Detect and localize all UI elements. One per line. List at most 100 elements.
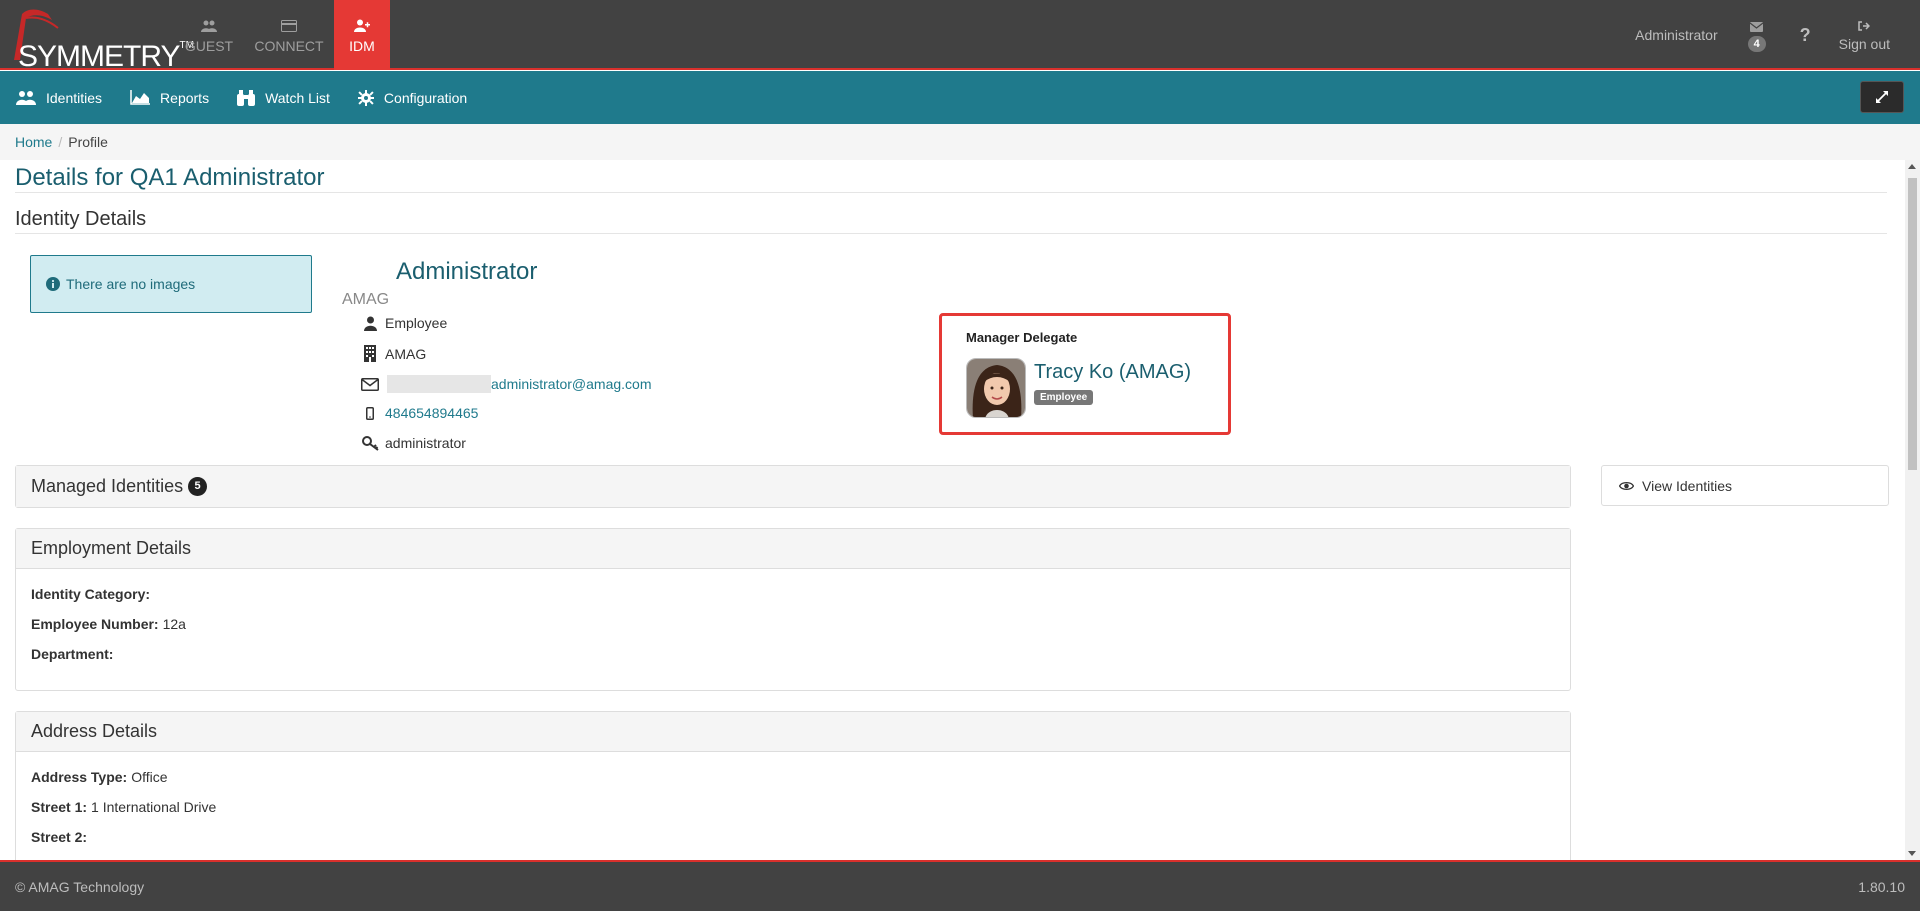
divider (15, 233, 1887, 234)
vertical-scrollbar[interactable] (1905, 160, 1920, 860)
subnav-configuration-label: Configuration (383, 89, 468, 106)
messages-button[interactable]: 4 (1742, 10, 1772, 60)
address-type-row: Address Type: Office (31, 762, 1555, 792)
subnav-reports-label: Reports (160, 89, 210, 106)
identity-type: Employee (385, 315, 448, 331)
subnav-reports[interactable]: Reports (130, 90, 209, 106)
page-title: Details for QA1 Administrator (15, 164, 325, 191)
info-icon (46, 277, 60, 291)
topnav-connect[interactable]: CONNECT (252, 0, 326, 70)
section-title: Identity Details (15, 208, 147, 230)
subnav-identities-label: Identities (46, 89, 103, 106)
user-plus-icon (354, 17, 370, 35)
sign-out-icon (1858, 18, 1871, 34)
subnav-configuration[interactable]: Configuration (357, 89, 468, 106)
field-label: Street 1: (31, 799, 88, 815)
identity-phone-row: 484654894465 (360, 405, 478, 421)
fullscreen-button[interactable] (1860, 81, 1904, 113)
employee-number-row: Employee Number: 12a (31, 609, 1555, 639)
divider (15, 192, 1887, 193)
identity-email-row: administrator@amag.com (360, 375, 652, 393)
redacted-block (387, 375, 491, 393)
field-value: Office (131, 769, 168, 785)
identity-company: AMAG (342, 291, 390, 308)
topnav-idm-label: IDM (349, 37, 375, 54)
avatar[interactable] (966, 358, 1026, 418)
main-content: Details for QA1 Administrator Identity D… (0, 160, 1905, 860)
card-icon (281, 17, 297, 35)
breadcrumb-home[interactable]: Home (15, 134, 52, 150)
scroll-thumb[interactable] (1908, 178, 1917, 470)
help-icon[interactable]: ? (1800, 25, 1811, 46)
area-chart-icon (130, 90, 151, 105)
subnav-identities[interactable]: Identities (16, 90, 102, 106)
field-label: Employee Number: (31, 616, 159, 632)
sign-out-button[interactable]: Sign out (1839, 18, 1890, 52)
no-images-text: There are no images (66, 276, 196, 292)
users-icon (16, 90, 36, 105)
scroll-down-arrow[interactable] (1908, 851, 1916, 856)
view-identities-label: View Identities (1642, 477, 1733, 494)
users-icon (201, 17, 217, 35)
expand-icon (1876, 91, 1888, 103)
identity-name: Administrator (396, 258, 538, 285)
secondary-nav: Identities Reports Watch List Configurat… (0, 71, 1920, 124)
identity-email-link[interactable]: administrator@amag.com (491, 376, 652, 392)
field-label: Street 2: (31, 829, 88, 845)
breadcrumb-current: Profile (68, 134, 108, 150)
managed-identities-title: Managed Identities (31, 476, 184, 496)
managed-identities-count: 5 (188, 477, 208, 496)
employment-details-panel: Employment Details Identity Category: Em… (15, 528, 1571, 691)
user-icon (360, 316, 380, 331)
field-value: 1 International Drive (91, 799, 217, 815)
field-label: Address Type: (31, 769, 128, 785)
manager-delegate-name[interactable]: Tracy Ko (AMAG) (1034, 361, 1191, 384)
address-details-header: Address Details (16, 712, 1570, 752)
gear-icon (357, 89, 374, 106)
mobile-icon (360, 406, 380, 420)
messages-count-badge: 4 (1747, 36, 1766, 52)
topnav-guest[interactable]: GUEST (172, 0, 246, 70)
sign-out-label: Sign out (1838, 36, 1890, 52)
street1-row: Street 1: 1 International Drive (31, 792, 1555, 822)
binoculars-icon (237, 89, 256, 106)
managed-identities-header[interactable]: Managed Identities 5 (16, 466, 1570, 507)
street2-row: Street 2: (31, 822, 1555, 852)
status-badge: Employee (1034, 390, 1094, 405)
identity-type-row: Employee (360, 315, 447, 331)
topnav-guest-label: GUEST (184, 37, 234, 54)
identity-phone-link[interactable]: 484654894465 (385, 405, 478, 421)
subnav-watch-list[interactable]: Watch List (237, 89, 330, 106)
topnav-connect-label: CONNECT (254, 37, 324, 54)
address-details-panel: Address Details Address Type: Office Str… (15, 711, 1571, 860)
footer-version: 1.80.10 (1858, 878, 1905, 895)
field-value: 12a (162, 616, 186, 632)
no-images-alert: There are no images (30, 255, 312, 313)
footer-copyright: © AMAG Technology (15, 878, 145, 895)
identity-login: administrator (385, 435, 466, 451)
building-icon (360, 345, 380, 362)
breadcrumb-separator: / (58, 134, 63, 150)
identity-organization: AMAG (385, 345, 427, 362)
identity-organization-row: AMAG (360, 345, 426, 362)
manager-delegate-card: Manager Delegate Tracy Ko (AMAG) Employe… (939, 313, 1231, 435)
subnav-watch-list-label: Watch List (265, 89, 330, 106)
scroll-up-arrow[interactable] (1908, 164, 1916, 169)
manager-delegate-title: Manager Delegate (966, 330, 1078, 345)
current-user-name[interactable]: Administrator (1635, 27, 1717, 43)
top-right-controls: Administrator 4 ? Sign out (1635, 0, 1920, 70)
identity-login-row: administrator (360, 435, 466, 451)
employment-details-header: Employment Details (16, 529, 1570, 569)
top-bar: SYMMETRYTM GUEST CONNECT IDM Administrat… (0, 0, 1920, 73)
field-label: Identity Category: (31, 586, 151, 602)
department-row: Department: (31, 639, 1555, 669)
view-identities-button[interactable]: View Identities (1601, 465, 1889, 506)
key-icon (360, 435, 380, 451)
topnav-idm[interactable]: IDM (334, 0, 390, 70)
top-nav: GUEST CONNECT IDM (172, 0, 396, 70)
symmetry-logo[interactable]: SYMMETRYTM (8, 6, 194, 73)
managed-identities-panel: Managed Identities 5 (15, 465, 1571, 508)
footer: © AMAG Technology 1.80.10 (0, 860, 1920, 911)
breadcrumb: Home / Profile (0, 124, 1920, 160)
eye-icon (1619, 481, 1634, 491)
